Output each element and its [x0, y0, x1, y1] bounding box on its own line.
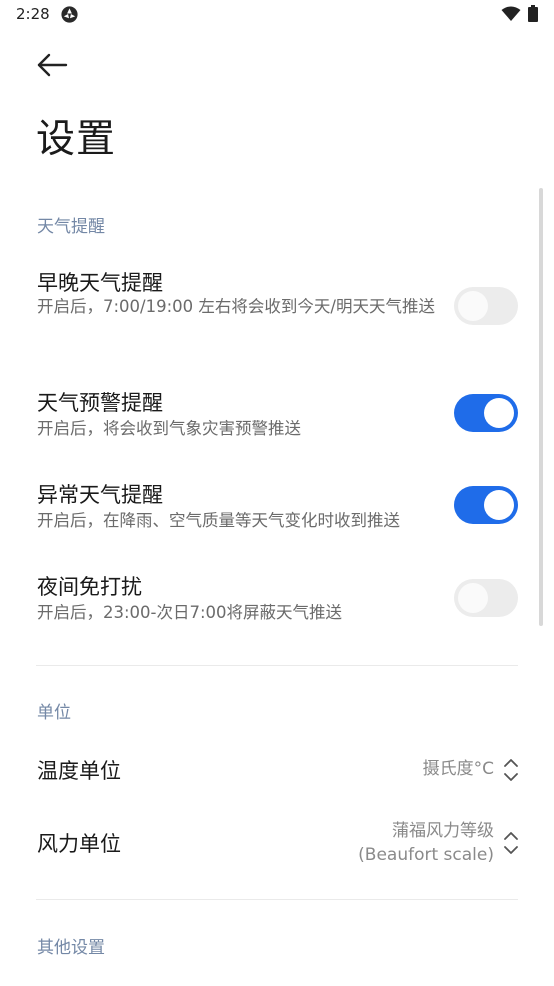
wifi-icon [501, 6, 521, 21]
toggle-warning-alert[interactable] [454, 394, 518, 432]
setting-title: 天气预警提醒 [37, 391, 163, 415]
setting-row-warning-alert[interactable]: 天气预警提醒 开启后，将会收到气象灾害预警推送 [0, 384, 554, 444]
status-time: 2:28 [16, 5, 50, 23]
app-notification-icon [61, 6, 78, 23]
setting-row-wind-unit[interactable]: 风力单位 蒲福风力等级 (Beaufort scale) [0, 815, 554, 875]
setting-row-night-dnd[interactable]: 夜间免打扰 开启后，23:00-次日7:00将屏蔽天气推送 [0, 568, 554, 628]
toggle-knob [458, 291, 488, 321]
section-header-weather-alerts: 天气提醒 [37, 217, 105, 237]
wind-unit-value-line1: 蒲福风力等级 [392, 821, 494, 841]
divider [36, 899, 518, 900]
setting-title: 风力单位 [37, 832, 121, 856]
setting-title: 异常天气提醒 [37, 483, 163, 507]
toggle-morning-evening-alert[interactable] [454, 287, 518, 325]
setting-row-abnormal-alert[interactable]: 异常天气提醒 开启后，在降雨、空气质量等天气变化时收到推送 [0, 476, 554, 536]
setting-description: 开启后，7:00/19:00 左右将会收到今天/明天天气推送 [37, 297, 435, 316]
setting-title: 夜间免打扰 [37, 575, 142, 599]
section-header-units: 单位 [37, 703, 71, 723]
wind-unit-value-line2: (Beaufort scale) [358, 845, 494, 865]
toggle-abnormal-alert[interactable] [454, 486, 518, 524]
page-title: 设置 [36, 117, 117, 162]
setting-row-temperature-unit[interactable]: 温度单位 摄氏度°C [0, 745, 554, 795]
status-bar: 2:28 [0, 0, 554, 30]
setting-description: 开启后，在降雨、空气质量等天气变化时收到推送 [37, 511, 400, 530]
setting-description: 开启后，23:00-次日7:00将屏蔽天气推送 [37, 603, 343, 622]
setting-row-morning-evening[interactable]: 早晚天气提醒 开启后，7:00/19:00 左右将会收到今天/明天天气推送 [0, 262, 554, 352]
updown-chevron-icon [504, 759, 518, 781]
toggle-knob [484, 398, 514, 428]
setting-description: 开启后，将会收到气象灾害预警推送 [37, 419, 301, 438]
setting-title: 温度单位 [37, 759, 121, 783]
divider [36, 665, 518, 666]
battery-icon [528, 5, 538, 22]
back-arrow-icon[interactable] [30, 46, 74, 86]
section-header-other-settings: 其他设置 [37, 938, 105, 958]
temperature-unit-value: 摄氏度°C [422, 759, 494, 779]
updown-chevron-icon [504, 832, 518, 854]
toggle-knob [458, 583, 488, 613]
toggle-night-dnd[interactable] [454, 579, 518, 617]
toggle-knob [484, 490, 514, 520]
